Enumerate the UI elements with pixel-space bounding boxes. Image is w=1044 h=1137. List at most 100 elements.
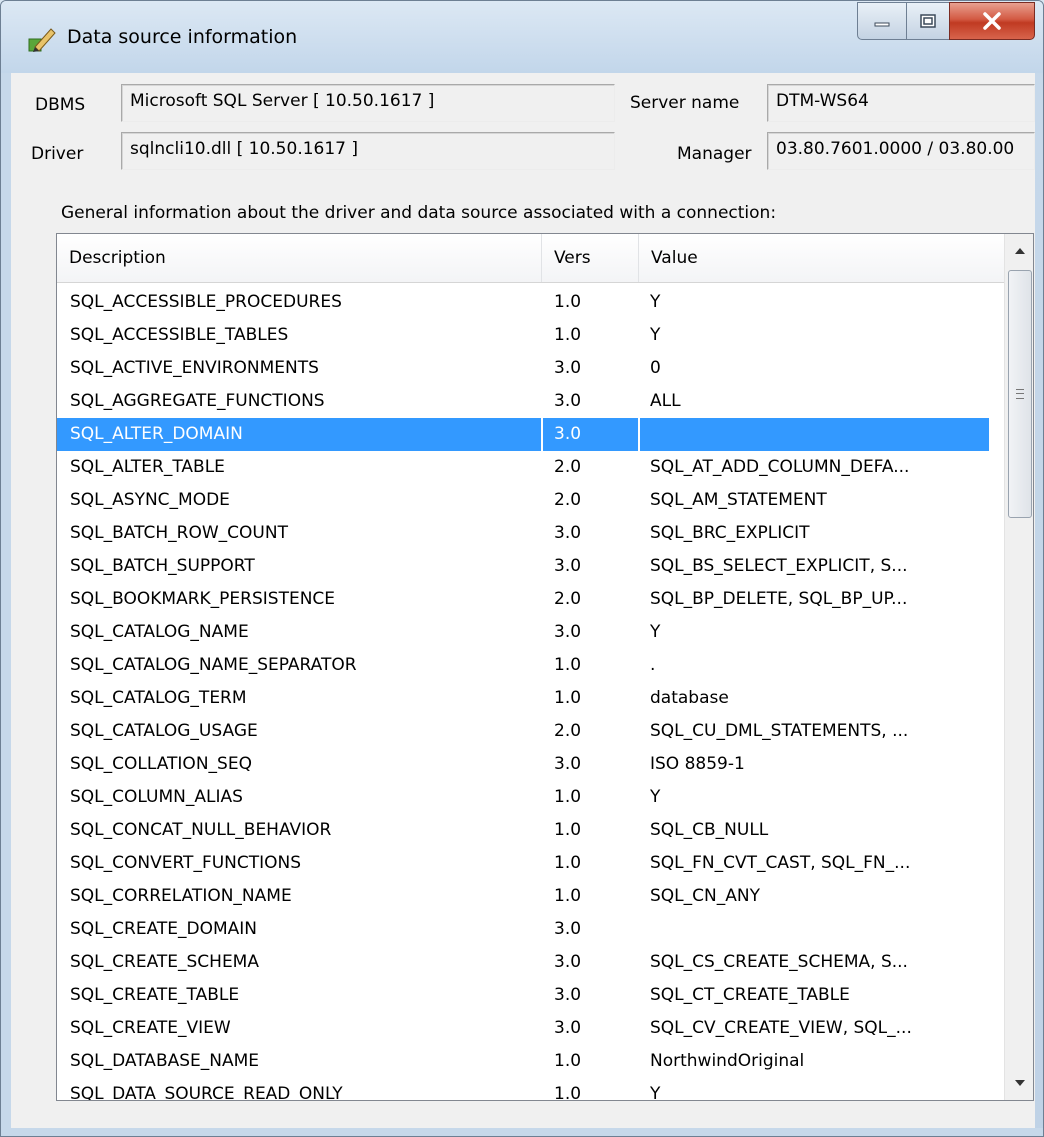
edit-pencil-icon xyxy=(28,28,56,52)
row-vers: 3.0 xyxy=(554,391,582,411)
row-description: SQL_CREATE_TABLE xyxy=(70,985,240,1005)
row-description: SQL_AGGREGATE_FUNCTIONS xyxy=(70,391,325,411)
row-vers: 3.0 xyxy=(554,424,582,444)
row-value: SQL_FN_CVT_CAST, SQL_FN_... xyxy=(650,853,911,873)
row-description: SQL_BATCH_SUPPORT xyxy=(70,556,255,576)
table-row[interactable]: SQL_ASYNC_MODE 2.0 SQL_AM_STATEMENT xyxy=(57,484,989,517)
row-value: SQL_CB_NULL xyxy=(650,820,769,840)
row-vers: 3.0 xyxy=(554,952,582,972)
row-vers: 2.0 xyxy=(554,721,582,741)
row-description: SQL_ALTER_TABLE xyxy=(70,457,225,477)
row-description: SQL_CREATE_SCHEMA xyxy=(70,952,259,972)
selection-divider xyxy=(638,418,640,451)
row-vers: 3.0 xyxy=(554,985,582,1005)
table-row[interactable]: SQL_CATALOG_TERM 1.0 database xyxy=(57,682,989,715)
row-value: ISO 8859-1 xyxy=(650,754,745,774)
row-description: SQL_ACCESSIBLE_TABLES xyxy=(70,325,289,345)
title-bar[interactable]: Data source information xyxy=(1,1,1043,73)
table-row[interactable]: SQL_CREATE_DOMAIN 3.0 xyxy=(57,913,989,946)
minimize-button[interactable] xyxy=(857,2,907,40)
row-vers: 1.0 xyxy=(554,325,582,345)
server-name-label: Server name xyxy=(630,93,740,113)
table-row[interactable]: SQL_BATCH_SUPPORT 3.0 SQL_BS_SELECT_EXPLIC… xyxy=(57,550,989,583)
table-row[interactable]: SQL_CORRELATION_NAME 1.0 SQL_CN_ANY xyxy=(57,880,989,913)
table-row[interactable]: SQL_ACCESSIBLE_TABLES 1.0 Y xyxy=(57,319,989,352)
row-value: Y xyxy=(650,1084,661,1101)
row-vers: 3.0 xyxy=(554,358,582,378)
row-vers: 1.0 xyxy=(554,787,582,807)
row-value: database xyxy=(650,688,729,708)
row-value: SQL_AT_ADD_COLUMN_DEFA... xyxy=(650,457,910,477)
row-vers: 1.0 xyxy=(554,1084,582,1101)
row-value: Y xyxy=(650,787,661,807)
row-vers: 1.0 xyxy=(554,886,582,906)
info-list-view[interactable]: Description Vers Value SQL_ACCESSIBLE_PR… xyxy=(56,233,1034,1101)
row-value: SQL_CN_ANY xyxy=(650,886,760,906)
dialog-window: Data source information DBMS Microsoft S… xyxy=(0,0,1044,1137)
row-value: SQL_BS_SELECT_EXPLICIT, S... xyxy=(650,556,908,576)
row-vers: 1.0 xyxy=(554,292,582,312)
table-row[interactable]: SQL_ALTER_DOMAIN 3.0 xyxy=(57,418,989,451)
row-description: SQL_DATABASE_NAME xyxy=(70,1051,260,1071)
row-vers: 1.0 xyxy=(554,688,582,708)
table-row[interactable]: SQL_CONCAT_NULL_BEHAVIOR 1.0 SQL_CB_NULL xyxy=(57,814,989,847)
row-value: . xyxy=(650,655,656,675)
grip-icon xyxy=(1016,389,1024,399)
selection-divider xyxy=(541,418,543,451)
table-row[interactable]: SQL_CATALOG_USAGE 2.0 SQL_CU_DML_STATEMENT… xyxy=(57,715,989,748)
list-header: Description Vers Value xyxy=(57,234,1005,283)
minimize-icon xyxy=(874,22,890,27)
close-icon xyxy=(983,12,1001,30)
scroll-up-button[interactable] xyxy=(1005,234,1033,267)
table-row[interactable]: SQL_DATA_SOURCE_READ_ONLY 1.0 Y xyxy=(57,1078,989,1101)
row-value: 0 xyxy=(650,358,661,378)
table-row[interactable]: SQL_BOOKMARK_PERSISTENCE 2.0 SQL_BP_DELETE… xyxy=(57,583,989,616)
column-header-value[interactable]: Value xyxy=(639,234,999,282)
server-name-field: DTM-WS64 xyxy=(767,84,1035,122)
row-description: SQL_CATALOG_TERM xyxy=(70,688,247,708)
table-row[interactable]: SQL_CREATE_SCHEMA 3.0 SQL_CS_CREATE_SCHEMA… xyxy=(57,946,989,979)
row-value: NorthwindOriginal xyxy=(650,1051,805,1071)
scroll-down-button[interactable] xyxy=(1005,1066,1033,1099)
row-description: SQL_DATA_SOURCE_READ_ONLY xyxy=(70,1084,343,1101)
row-value: SQL_CU_DML_STATEMENTS, ... xyxy=(650,721,909,741)
manager-field: 03.80.7601.0000 / 03.80.00 xyxy=(767,132,1035,170)
row-value: SQL_CS_CREATE_SCHEMA, S... xyxy=(650,952,908,972)
table-row[interactable]: SQL_CONVERT_FUNCTIONS 1.0 SQL_FN_CVT_CAST,… xyxy=(57,847,989,880)
table-row[interactable]: SQL_BATCH_ROW_COUNT 3.0 SQL_BRC_EXPLICIT xyxy=(57,517,989,550)
close-button[interactable] xyxy=(949,2,1035,40)
dbms-label: DBMS xyxy=(35,95,86,115)
table-row[interactable]: SQL_CATALOG_NAME 3.0 Y xyxy=(57,616,989,649)
window-frame-bottom xyxy=(1,1128,1043,1136)
scrollbar-thumb[interactable] xyxy=(1008,270,1032,518)
row-description: SQL_CATALOG_USAGE xyxy=(70,721,258,741)
table-row[interactable]: SQL_AGGREGATE_FUNCTIONS 3.0 ALL xyxy=(57,385,989,418)
dbms-field: Microsoft SQL Server [ 10.50.1617 ] xyxy=(121,84,615,122)
restore-button[interactable] xyxy=(906,2,950,40)
restore-icon xyxy=(920,14,936,28)
table-row[interactable]: SQL_ACTIVE_ENVIRONMENTS 3.0 0 xyxy=(57,352,989,385)
table-row[interactable]: SQL_CREATE_VIEW 3.0 SQL_CV_CREATE_VIEW, SQ… xyxy=(57,1012,989,1045)
row-value: Y xyxy=(650,325,661,345)
column-header-vers[interactable]: Vers xyxy=(542,234,638,282)
row-vers: 3.0 xyxy=(554,556,582,576)
table-row[interactable]: SQL_DATABASE_NAME 1.0 NorthwindOriginal xyxy=(57,1045,989,1078)
arrow-down-icon xyxy=(1014,1079,1025,1086)
table-row[interactable]: SQL_CATALOG_NAME_SEPARATOR 1.0. xyxy=(57,649,989,682)
dialog-content: DBMS Microsoft SQL Server [ 10.50.1617 ]… xyxy=(11,73,1035,1128)
row-description: SQL_COLUMN_ALIAS xyxy=(70,787,243,807)
row-description: SQL_CREATE_DOMAIN xyxy=(70,919,257,939)
table-row[interactable]: SQL_CREATE_TABLE 3.0 SQL_CT_CREATE_TABLE xyxy=(57,979,989,1012)
row-value: SQL_CV_CREATE_VIEW, SQL_... xyxy=(650,1018,912,1038)
row-description: SQL_CONVERT_FUNCTIONS xyxy=(70,853,302,873)
table-row[interactable]: SQL_COLLATION_SEQ 3.0 ISO 8859-1 xyxy=(57,748,989,781)
table-row[interactable]: SQL_COLUMN_ALIAS 1.0 Y xyxy=(57,781,989,814)
table-row[interactable]: SQL_ALTER_TABLE 2.0 SQL_AT_ADD_COLUMN_DEFA… xyxy=(57,451,989,484)
row-vers: 2.0 xyxy=(554,490,582,510)
row-vers: 3.0 xyxy=(554,622,582,642)
table-row[interactable]: SQL_ACCESSIBLE_PROCEDURES 1.0 Y xyxy=(57,286,989,319)
vertical-scrollbar[interactable] xyxy=(1004,234,1033,1100)
row-vers: 2.0 xyxy=(554,457,582,477)
window-frame-left xyxy=(1,73,11,1136)
column-header-description[interactable]: Description xyxy=(57,234,541,282)
